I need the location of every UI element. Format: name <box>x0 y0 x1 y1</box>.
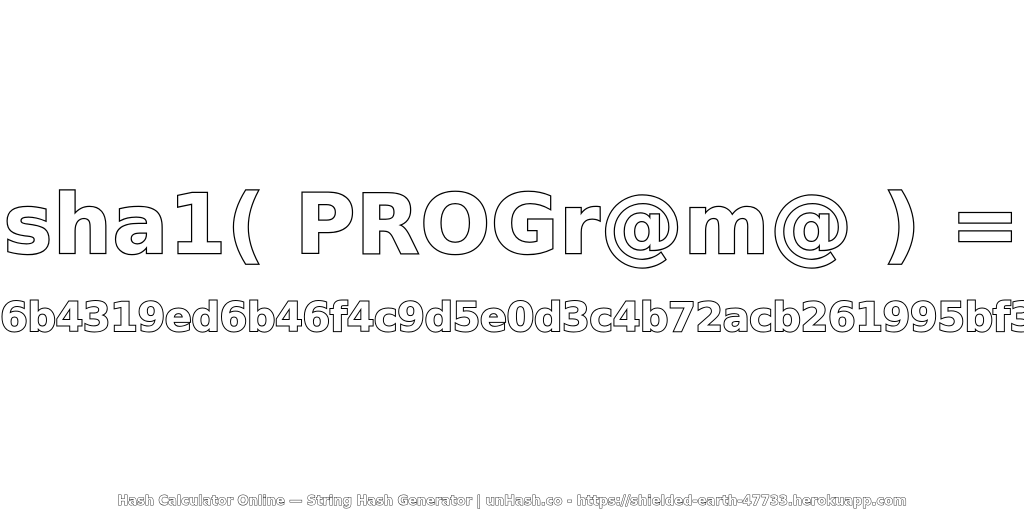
hash-expression: sha1( PROGr@m@ ) = <box>2 177 1021 275</box>
hash-value: 6b4319ed6b46f4c9d5e0d3c4b72acb261995bf3d <box>0 294 1024 342</box>
footer-credit: Hash Calculator Online — String Hash Gen… <box>117 494 907 510</box>
hash-image-canvas: sha1( PROGr@m@ ) = 6b4319ed6b46f4c9d5e0d… <box>0 0 1024 512</box>
